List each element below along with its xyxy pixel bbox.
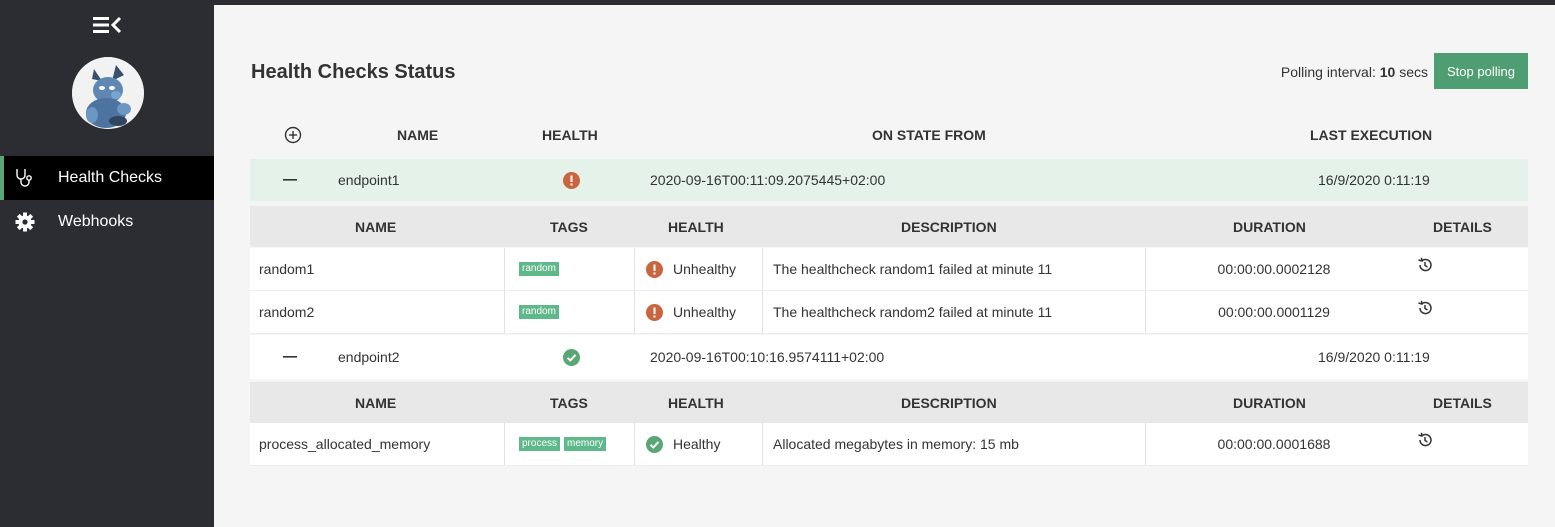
column-header-name: NAME [397,127,439,143]
entry-description: The healthcheck random1 failed at minute… [763,248,1146,290]
entries-header: NAME TAGS HEALTH DESCRIPTION DURATION DE… [250,382,1528,423]
collapse-icon[interactable] [280,335,300,379]
history-icon[interactable] [1402,419,1448,461]
entry-tags: random [505,248,635,290]
sidebar-item-label: Webhooks [58,213,134,230]
entry-duration: 00:00:00.0001688 [1217,436,1331,452]
collapse-icon[interactable] [280,159,300,201]
entry-name: process_allocated_memory [250,423,505,465]
tag-badge: random [519,305,559,319]
stethoscope-icon [14,167,36,189]
entry-description: Allocated megabytes in memory: 15 mb [763,423,1146,465]
sub-column-name: NAME [355,394,397,411]
sidebar-item-health-checks[interactable]: Health Checks [0,156,214,200]
unhealthy-icon [561,159,581,201]
sidebar: Health Checks Webhooks [0,0,214,527]
polling-value: 10 [1379,64,1396,80]
entry-health: Unhealthy [635,291,763,333]
on-state-from: 2020-09-16T00:11:09.2075445+02:00 [650,172,886,188]
unhealthy-icon [646,260,663,278]
sidebar-item-label: Health Checks [58,169,163,186]
last-execution: 16/9/2020 0:11:19 [1318,172,1430,188]
polling-interval: Polling interval: 10 secs [1281,64,1428,80]
entry-health: Healthy [635,423,763,465]
entry-description: The healthcheck random2 failed at minute… [763,291,1146,333]
endpoint-name: endpoint1 [338,172,400,188]
stop-polling-button[interactable]: Stop polling [1434,53,1528,89]
sub-column-description: DESCRIPTION [901,218,997,235]
polling-unit: secs [1399,64,1428,80]
endpoint-name: endpoint2 [338,349,400,365]
healthy-icon [561,335,581,379]
entry-tags: process memory [505,423,635,465]
polling-label: Polling interval: [1280,64,1376,80]
menu-collapse-icon[interactable] [93,14,123,36]
sub-column-health: HEALTH [668,394,724,411]
last-execution: 16/9/2020 0:11:19 [1318,349,1430,365]
on-state-from: 2020-09-16T00:10:16.9574111+02:00 [650,349,885,365]
sub-column-duration: DURATION [1233,218,1306,235]
history-icon[interactable] [1402,287,1448,329]
entry-health-label: Unhealthy [673,261,737,277]
entry-duration: 00:00:00.0001129 [1218,304,1330,320]
table-row: process_allocated_memory process memory … [250,423,1528,466]
main-content: Health Checks Status Polling interval: 1… [214,5,1555,527]
entry-health: Unhealthy [635,248,763,290]
history-icon[interactable] [1402,244,1448,286]
unhealthy-icon [646,303,663,321]
entry-health-label: Healthy [673,436,721,452]
entry-health-label: Unhealthy [673,304,737,320]
entry-tags: random [505,291,635,333]
entry-name: random2 [250,291,505,333]
column-header-health: HEALTH [542,127,598,143]
table-row: random2 random Unhealthy The healthcheck… [250,291,1528,334]
sub-column-description: DESCRIPTION [901,394,997,411]
table-row: random1 random Unhealthy The healthcheck… [250,248,1528,291]
endpoint-row[interactable]: endpoint1 2020-09-16T00:11:09.2075445+02… [250,159,1528,201]
avatar [72,57,144,129]
sidebar-item-webhooks[interactable]: Webhooks [0,200,214,244]
sub-column-details: DETAILS [1433,394,1492,411]
endpoint-row[interactable]: endpoint2 2020-09-16T00:10:16.9574111+02… [250,335,1528,379]
page-title: Health Checks Status [251,61,456,83]
entry-name: random1 [250,248,505,290]
sub-column-duration: DURATION [1233,394,1306,411]
entry-duration: 00:00:00.0002128 [1217,261,1331,277]
tag-badge: random [519,262,559,276]
sub-column-name: NAME [355,218,397,235]
healthy-icon [646,435,663,453]
tag-badge: memory [564,437,607,451]
column-header-on-state-from: ON STATE FROM [872,127,986,143]
tag-badge: process [519,437,561,451]
sub-column-details: DETAILS [1433,218,1492,235]
sub-column-tags: TAGS [550,218,588,235]
gear-icon [14,211,36,233]
sub-column-tags: TAGS [550,394,588,411]
expand-all-icon[interactable] [280,113,306,157]
entries-header: NAME TAGS HEALTH DESCRIPTION DURATION DE… [250,206,1528,247]
column-header-last-execution: LAST EXECUTION [1310,127,1433,143]
sub-column-health: HEALTH [668,218,724,235]
table-header: NAME HEALTH ON STATE FROM LAST EXECUTION [250,113,1528,157]
